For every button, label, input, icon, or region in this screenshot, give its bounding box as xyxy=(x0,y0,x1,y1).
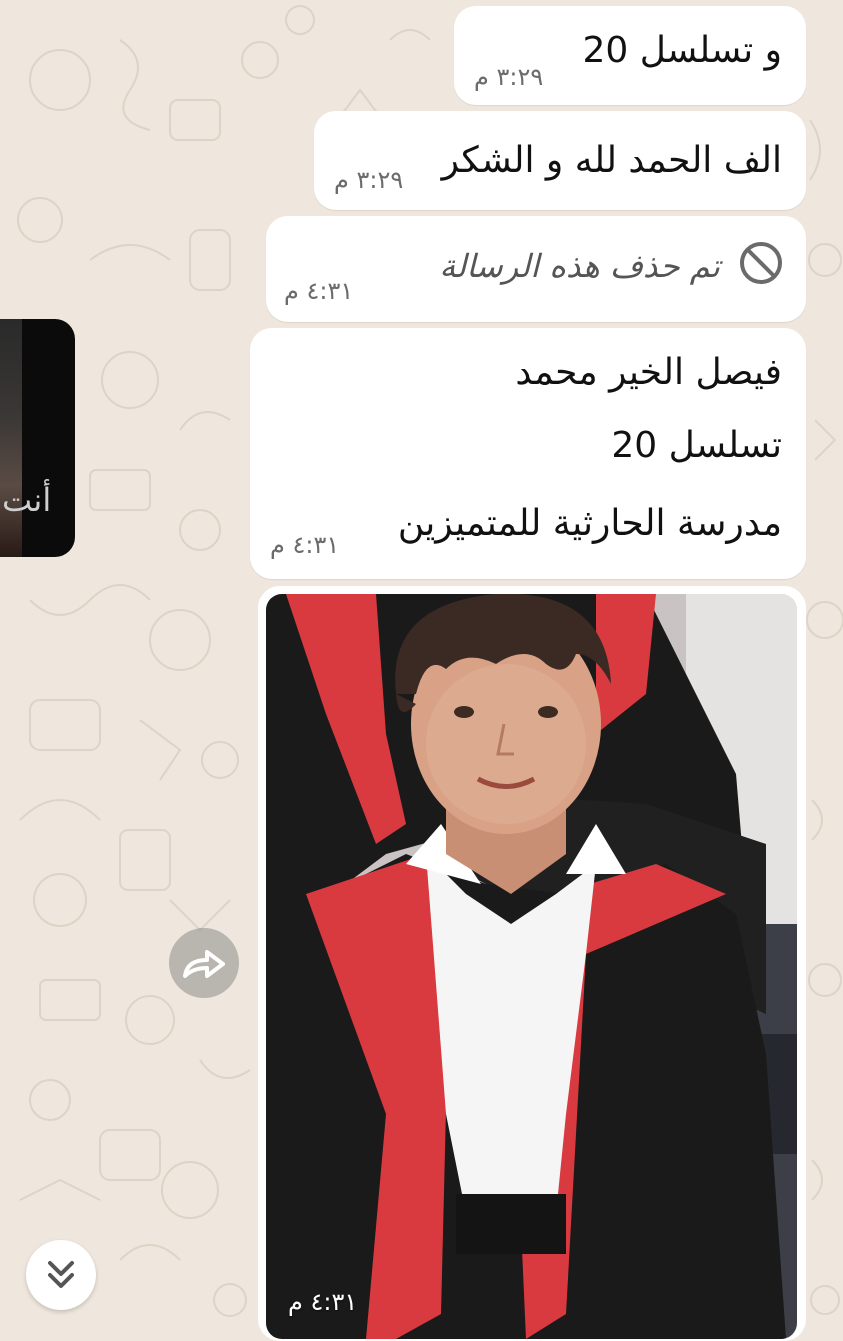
forwarded-media-card[interactable] xyxy=(0,319,75,557)
forward-icon xyxy=(183,950,225,978)
message-timestamp: ٣:٢٩ م xyxy=(474,63,544,91)
message-timestamp: ٤:٣١ م xyxy=(284,277,354,305)
message-timestamp: ٣:٢٩ م xyxy=(334,166,404,194)
scroll-to-bottom-button[interactable] xyxy=(26,1240,96,1310)
student-photo xyxy=(266,594,797,1339)
message-bubble[interactable]: الف الحمد لله و الشكر ٣:٢٩ م xyxy=(314,111,806,210)
message-line: تسلسل 20 xyxy=(611,425,782,466)
media-thumbnail xyxy=(0,319,22,557)
sender-label: أنت xyxy=(2,481,52,519)
photo-image[interactable]: ٤:٣١ م xyxy=(266,594,797,1339)
deleted-message-bubble[interactable]: تم حذف هذه الرسالة ٤:٣١ م xyxy=(266,216,806,322)
photo-message-bubble[interactable]: ٤:٣١ م xyxy=(258,586,806,1341)
double-chevron-down-icon xyxy=(48,1261,74,1288)
message-bubble[interactable]: و تسلسل 20 ٣:٢٩ م xyxy=(454,6,806,105)
forward-button[interactable] xyxy=(169,928,239,998)
message-timestamp: ٤:٣١ م xyxy=(270,531,340,559)
message-line: فيصل الخير محمد xyxy=(515,352,782,393)
message-text: الف الحمد لله و الشكر xyxy=(441,140,782,181)
message-bubble[interactable]: فيصل الخير محمد تسلسل 20 مدرسة الحارثية … xyxy=(250,328,806,579)
message-text: و تسلسل 20 xyxy=(582,30,782,71)
message-line: مدرسة الحارثية للمتميزين xyxy=(397,503,782,544)
block-icon xyxy=(740,242,782,284)
photo-timestamp: ٤:٣١ م xyxy=(288,1288,358,1316)
deleted-message-text: تم حذف هذه الرسالة xyxy=(439,247,720,285)
